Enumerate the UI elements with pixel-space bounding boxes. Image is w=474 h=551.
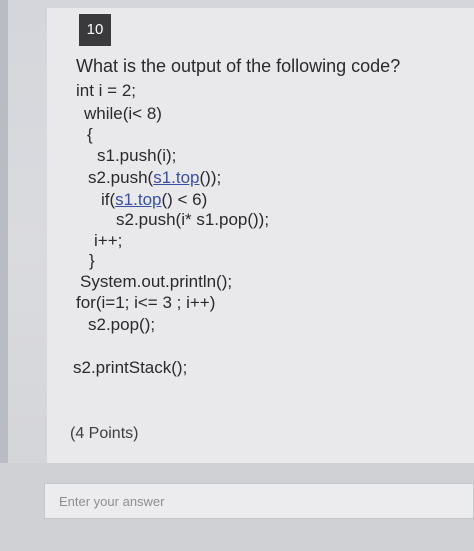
quiz-page: 10 What is the output of the following c… [0,0,474,551]
s1-top-link[interactable]: s1.top [153,168,199,187]
s1-top-link[interactable]: s1.top [115,190,161,209]
code-line-1: int i = 2; [76,81,137,100]
code-line-9: } [89,251,95,270]
code-line-13: s2.printStack(); [73,358,188,377]
code-line-8: i++; [94,231,123,250]
question-number-badge: 10 [79,14,111,46]
code-line-12: s2.pop(); [88,315,156,334]
code-line-6: if(s1.top() < 6) [101,190,207,210]
code-line-3: { [87,125,93,144]
code-line-5: s2.push(s1.top()); [88,168,221,188]
code-text: if( [101,190,116,209]
question-points: (4 Points) [70,425,139,442]
answer-input[interactable] [44,483,474,519]
code-line-7: s2.push(i* s1.pop()); [116,210,270,229]
code-line-11: for(i=1; i<= 3 ; i++) [76,293,216,312]
code-line-2: while(i< 8) [84,104,162,123]
code-text: s2.push( [88,168,154,187]
code-text: () < 6) [161,190,208,209]
question-prompt: What is the output of the following code… [76,56,401,76]
code-line-4: s1.push(i); [97,146,177,165]
code-text: ()); [199,168,222,187]
code-line-10: System.out.println(); [80,272,233,291]
